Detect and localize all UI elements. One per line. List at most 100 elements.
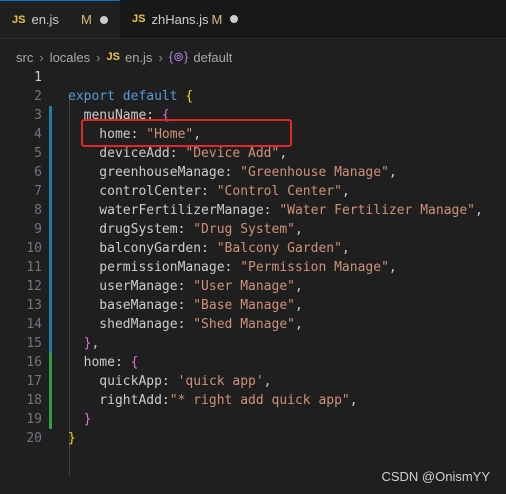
code-text: home: {: [68, 353, 139, 372]
code-line[interactable]: 14 shedManage: "Shed Manage",: [0, 315, 506, 334]
unsaved-dot-icon[interactable]: [230, 15, 239, 23]
code-token: deviceAdd:: [68, 146, 186, 161]
line-number: 6: [34, 165, 42, 180]
code-line[interactable]: 13 baseManage: "Base Manage",: [0, 296, 506, 315]
git-modified-marker[interactable]: [49, 182, 52, 201]
code-line[interactable]: 7 controlCenter: "Control Center",: [0, 182, 506, 201]
code-token: "Device Add": [185, 146, 280, 161]
code-text: }: [68, 410, 92, 429]
git-modified-marker[interactable]: [49, 315, 52, 334]
code-token: ,: [294, 298, 303, 313]
code-token: ,: [341, 184, 350, 199]
line-number: 15: [26, 336, 42, 351]
code-token: "User Manage": [193, 279, 295, 294]
code-text: controlCenter: "Control Center",: [68, 182, 350, 201]
code-text: shedManage: "Shed Manage",: [68, 315, 303, 334]
git-added-marker[interactable]: [49, 391, 52, 410]
code-text: },: [68, 334, 100, 353]
code-token: "Water Fertilizer Manage": [279, 203, 475, 218]
line-number: 5: [34, 146, 42, 161]
code-line[interactable]: 15 },: [0, 334, 506, 353]
code-text: quickApp: 'quick app',: [68, 372, 271, 391]
code-line[interactable]: 9 drugSystem: "Drug System",: [0, 220, 506, 239]
editor-tab-bar: JS en.js M JS zhHans.js M: [0, 0, 506, 39]
git-added-marker[interactable]: [49, 410, 52, 429]
git-modified-marker[interactable]: [49, 258, 52, 277]
code-token: ,: [294, 279, 303, 294]
code-text: waterFertilizerManage: "Water Fertilizer…: [68, 201, 483, 220]
git-modified-marker[interactable]: [49, 277, 52, 296]
code-text: userManage: "User Manage",: [68, 277, 303, 296]
code-token: balconyGarden:: [68, 241, 217, 256]
line-number: 14: [26, 317, 42, 332]
tab-label: en.js: [31, 12, 59, 27]
code-token: export default: [68, 89, 186, 104]
code-token: 'quick app': [177, 374, 264, 389]
code-line[interactable]: 17 quickApp: 'quick app',: [0, 372, 506, 391]
line-number: 8: [34, 203, 42, 218]
unsaved-dot-icon[interactable]: [99, 15, 108, 24]
git-modified-marker[interactable]: [49, 296, 52, 315]
line-number: 12: [26, 279, 42, 294]
code-token: ,: [341, 241, 350, 256]
code-token: ,: [91, 336, 100, 351]
git-modified-marker[interactable]: [49, 220, 52, 239]
line-number: 20: [26, 431, 42, 446]
git-modified-marker[interactable]: [49, 334, 52, 353]
code-token: greenhouseManage:: [68, 165, 241, 180]
breadcrumb-locales[interactable]: locales: [50, 50, 90, 65]
git-modified-marker[interactable]: [49, 201, 52, 220]
git-modified-marker[interactable]: [49, 144, 52, 163]
code-token: "Permission Manage": [240, 260, 389, 275]
code-line[interactable]: 10 balconyGarden: "Balcony Garden",: [0, 239, 506, 258]
code-token: quickApp:: [68, 374, 178, 389]
breadcrumb-en-js[interactable]: en.js: [125, 50, 152, 65]
code-token: "Shed Manage": [193, 317, 295, 332]
code-text: rightAdd:"* right add quick app",: [68, 391, 357, 410]
git-modified-marker[interactable]: [49, 125, 52, 144]
code-token: ,: [294, 317, 303, 332]
chevron-right-icon: ›: [158, 49, 163, 65]
git-added-marker[interactable]: [49, 372, 52, 391]
code-token: rightAdd:: [68, 393, 170, 408]
code-line[interactable]: 11 permissionManage: "Permission Manage"…: [0, 258, 506, 277]
git-modified-marker[interactable]: [49, 163, 52, 182]
code-token: {: [130, 355, 139, 370]
code-token: ,: [294, 222, 303, 237]
code-text: export default {: [68, 87, 193, 106]
code-token: ,: [475, 203, 483, 218]
line-number: 17: [26, 374, 42, 389]
code-line[interactable]: 19 }: [0, 410, 506, 429]
code-line[interactable]: 12 userManage: "User Manage",: [0, 277, 506, 296]
code-line[interactable]: 18 rightAdd:"* right add quick app",: [0, 391, 506, 410]
code-token: "Balcony Garden": [216, 241, 342, 256]
code-line[interactable]: 8 waterFertilizerManage: "Water Fertiliz…: [0, 201, 506, 220]
chevron-right-icon: ›: [96, 49, 101, 65]
line-number: 10: [26, 241, 42, 256]
tab-zhhans-js[interactable]: JS zhHans.js M: [120, 0, 252, 38]
git-added-marker[interactable]: [49, 353, 52, 372]
line-number: 18: [26, 393, 42, 408]
code-text: permissionManage: "Permission Manage",: [68, 258, 396, 277]
git-modified-marker[interactable]: [49, 106, 52, 125]
breadcrumb-src[interactable]: src: [16, 50, 33, 65]
code-token: "Greenhouse Manage": [240, 165, 389, 180]
highlight-box: [81, 119, 292, 147]
code-token: drugSystem:: [68, 222, 194, 237]
code-token: {: [185, 89, 194, 104]
code-token: "Drug System": [193, 222, 295, 237]
code-line[interactable]: 16 home: {: [0, 353, 506, 372]
code-line[interactable]: 6 greenhouseManage: "Greenhouse Manage",: [0, 163, 506, 182]
line-number: 4: [34, 127, 42, 142]
code-line[interactable]: 1: [0, 68, 506, 87]
breadcrumb-default[interactable]: default: [193, 50, 232, 65]
code-token: "Base Manage": [193, 298, 295, 313]
modified-badge: M: [211, 11, 223, 27]
git-modified-marker[interactable]: [49, 239, 52, 258]
code-token: waterFertilizerManage:: [68, 203, 280, 218]
code-line[interactable]: 20}: [0, 429, 506, 448]
javascript-file-icon: JS: [106, 51, 120, 63]
code-line[interactable]: 2 export default {: [0, 87, 506, 106]
tab-en-js[interactable]: JS en.js M: [0, 0, 120, 38]
